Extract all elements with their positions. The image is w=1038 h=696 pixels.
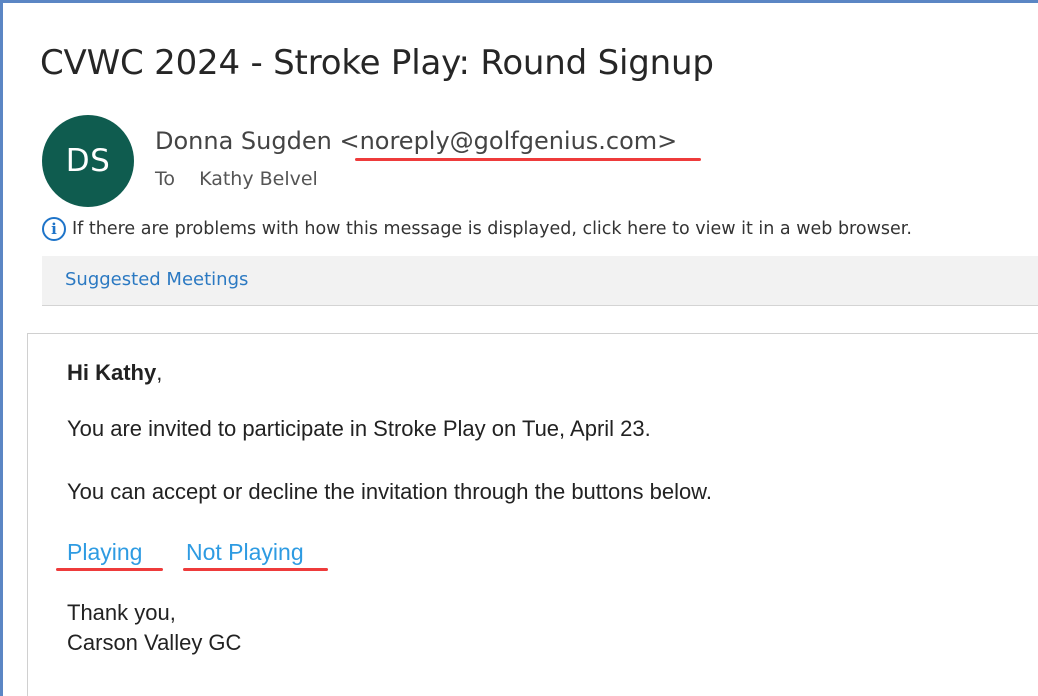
info-bar[interactable]: i If there are problems with how this me… <box>42 217 912 241</box>
suggested-meetings-link[interactable]: Suggested Meetings <box>65 269 248 290</box>
avatar[interactable]: DS <box>42 115 134 207</box>
instruction-text: You can accept or decline the invitation… <box>67 479 712 504</box>
not-playing-link[interactable]: Not Playing <box>186 539 304 566</box>
greeting: Hi Kathy, <box>67 360 162 386</box>
sender-line[interactable]: Donna Sugden <noreply@golfgenius.com> <box>155 127 677 155</box>
invite-text: You are invited to participate in Stroke… <box>67 416 651 441</box>
suggested-meetings-bar: Suggested Meetings <box>42 256 1038 306</box>
playing-link[interactable]: Playing <box>67 539 142 566</box>
signoff-text: Thank you, <box>67 600 176 625</box>
playing-annotation-underline <box>56 568 163 571</box>
sender-email[interactable]: <noreply@golfgenius.com> <box>339 127 677 155</box>
info-icon: i <box>42 217 66 241</box>
signature-text: Carson Valley GC <box>67 630 242 655</box>
not-playing-annotation-underline <box>183 568 328 571</box>
to-label: To <box>155 168 176 190</box>
greeting-name: Hi Kathy <box>67 360 157 385</box>
email-reading-pane: CVWC 2024 - Stroke Play: Round Signup DS… <box>0 0 1038 696</box>
avatar-initials: DS <box>65 143 111 179</box>
recipient-line: To Kathy Belvel <box>155 168 318 190</box>
greeting-punct: , <box>156 360 163 385</box>
sender-email-annotation-underline <box>355 158 701 161</box>
info-text[interactable]: If there are problems with how this mess… <box>72 219 912 239</box>
sender-name[interactable]: Donna Sugden <box>155 127 332 155</box>
email-subject: CVWC 2024 - Stroke Play: Round Signup <box>40 43 714 83</box>
recipient-name[interactable]: Kathy Belvel <box>199 168 318 190</box>
